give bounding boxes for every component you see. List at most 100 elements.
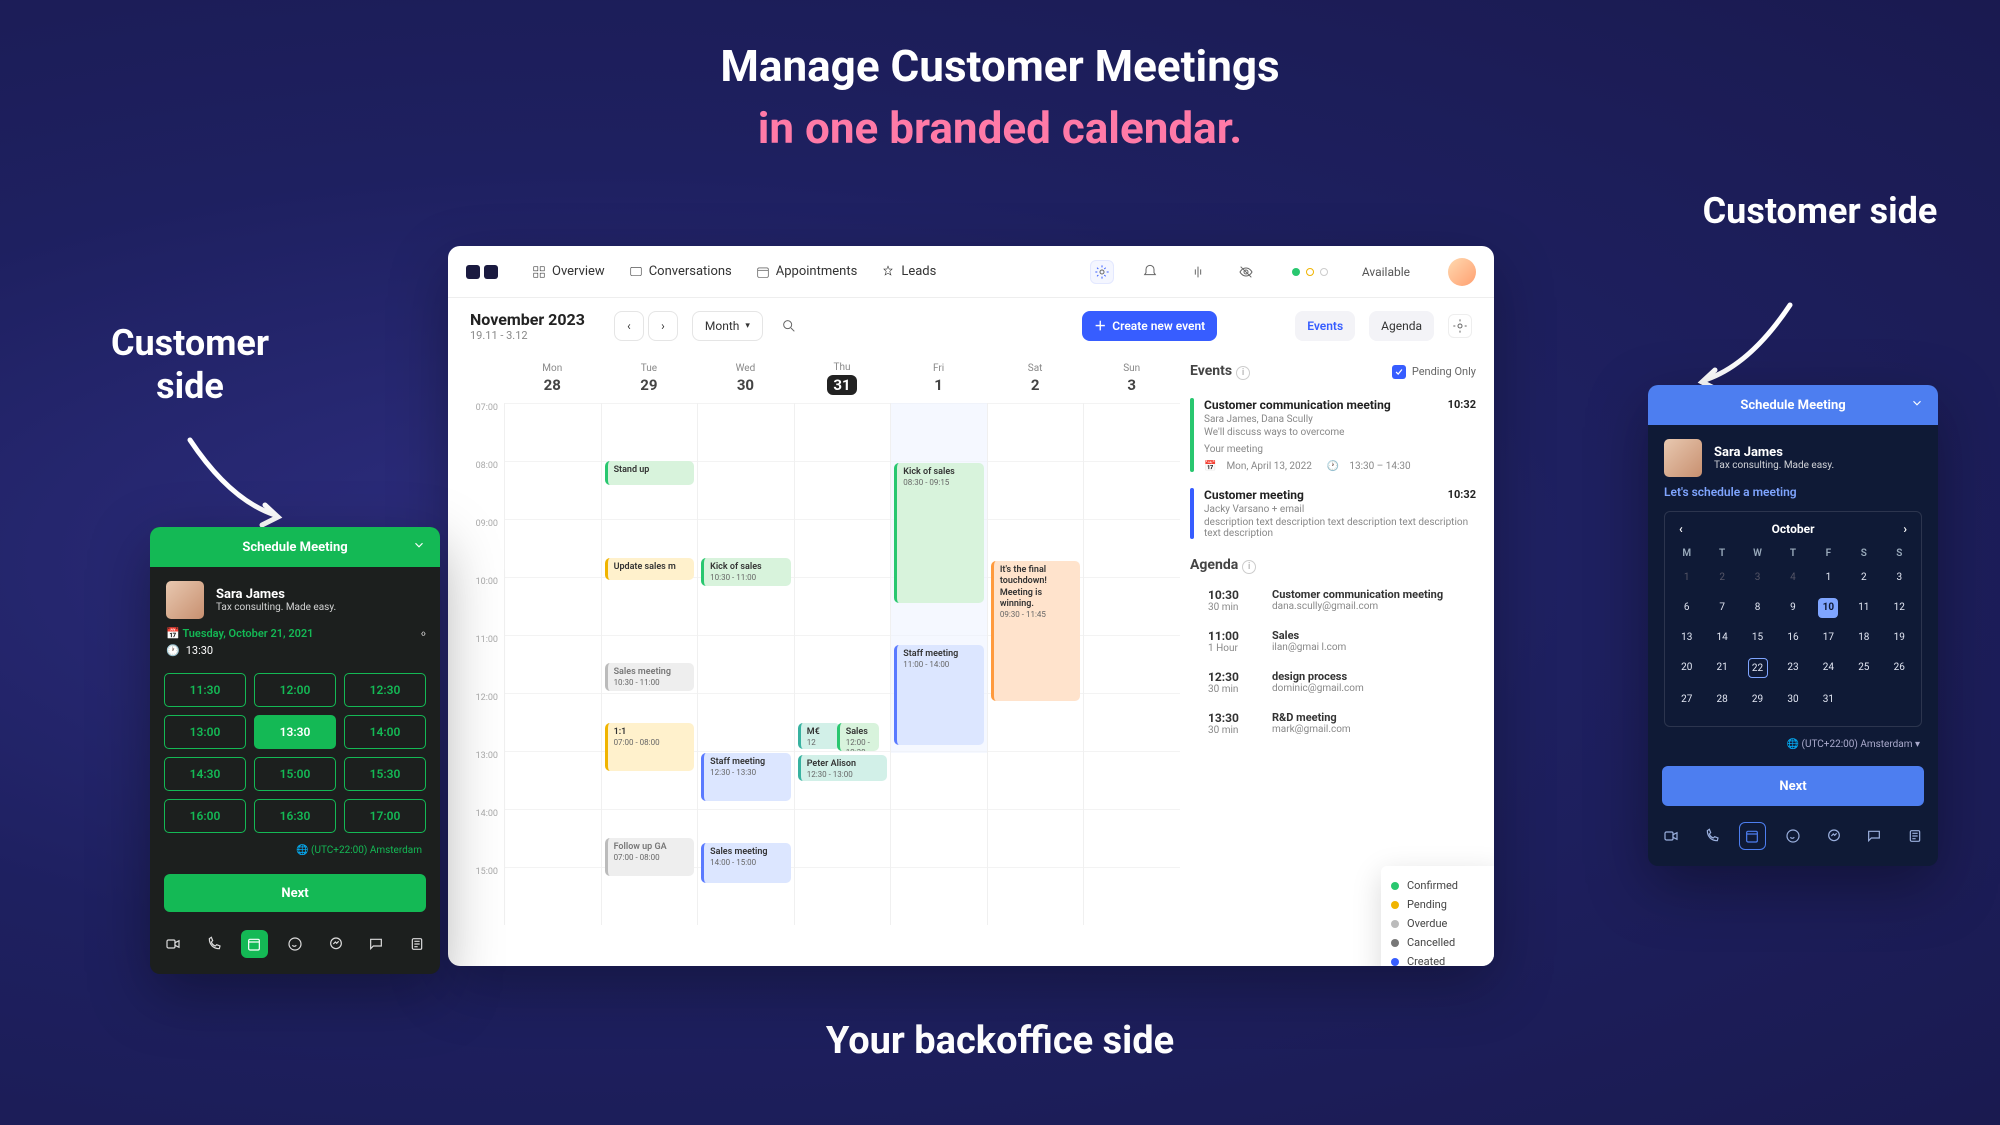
calendar-day[interactable]: 29 — [1740, 683, 1775, 716]
agenda-item[interactable]: 12:3030 mindesign processdominic@gmail.c… — [1190, 662, 1476, 703]
calendar-day[interactable]: 14 — [1704, 623, 1739, 653]
time-slot[interactable]: 11:30 — [164, 673, 246, 707]
time-slot[interactable]: 14:30 — [164, 757, 246, 791]
calendar-day[interactable]: 30 — [1775, 683, 1810, 716]
mute-icon[interactable] — [1186, 260, 1210, 284]
next-button[interactable]: Next — [1662, 766, 1924, 806]
calendar-day[interactable]: 3 — [1882, 563, 1917, 593]
calendar-day[interactable]: 1 — [1811, 563, 1846, 593]
nav-overview[interactable]: Overview — [532, 264, 605, 279]
avatar[interactable] — [1448, 258, 1476, 286]
agenda-item[interactable]: 13:3030 minR&D meetingmark@gmail.com — [1190, 703, 1476, 744]
calendar-event[interactable]: Kick of sales08:30 - 09:15 — [894, 463, 984, 603]
calendar-event[interactable]: It's the final touchdown! Meeting is win… — [991, 561, 1081, 701]
calendar-day[interactable]: 16 — [1775, 623, 1810, 653]
calendar-day[interactable]: 23 — [1775, 653, 1810, 683]
calendar-day[interactable]: 17 — [1811, 623, 1846, 653]
time-slot[interactable]: 15:30 — [344, 757, 426, 791]
status-text[interactable]: Available — [1362, 265, 1410, 279]
eye-off-icon[interactable] — [1234, 260, 1258, 284]
calendar-event[interactable]: Staff meeting12:30 - 13:30 — [701, 753, 791, 801]
calendar-event[interactable]: Stand up — [605, 461, 695, 485]
calendar-column[interactable]: Kick of sales08:30 - 09:15 Staff meeting1… — [890, 403, 987, 925]
time-slot[interactable]: 12:00 — [254, 673, 336, 707]
calendar-day[interactable]: 25 — [1846, 653, 1881, 683]
calendar-day[interactable]: 18 — [1846, 623, 1881, 653]
calendar-column[interactable]: It's the final touchdown! Meeting is win… — [987, 403, 1084, 925]
calendar-day[interactable]: 24 — [1811, 653, 1846, 683]
calendar-event[interactable]: Sales meeting10:30 - 11:00 — [605, 663, 695, 691]
calendar-day[interactable]: 2 — [1846, 563, 1881, 593]
next-month[interactable]: › — [1903, 522, 1907, 536]
calendar-icon[interactable] — [1739, 822, 1766, 850]
timezone[interactable]: 🌐 (UTC+22:00) Amsterdam ▾ — [1648, 733, 1938, 756]
calendar-event[interactable]: Follow up GA07:00 - 08:00 — [605, 838, 695, 876]
whatsapp-icon[interactable] — [1780, 822, 1807, 850]
time-slot[interactable]: 12:30 — [344, 673, 426, 707]
event-item[interactable]: Customer meeting10:32 Jacky Varsano + em… — [1190, 480, 1476, 547]
calendar-day[interactable]: 21 — [1704, 653, 1739, 683]
calendar-event[interactable]: 1:107:00 - 08:00 — [605, 723, 695, 771]
search-icon[interactable] — [777, 314, 801, 338]
calendar-day[interactable]: 15 — [1740, 623, 1775, 653]
calendar-day[interactable]: 3 — [1740, 563, 1775, 593]
calendar-column[interactable] — [504, 403, 601, 925]
calendar-day[interactable]: 9 — [1775, 593, 1810, 623]
create-event-button[interactable]: ＋ Create new event — [1082, 311, 1217, 341]
calendar-day[interactable]: 1 — [1669, 563, 1704, 593]
nav-conversations[interactable]: Conversations — [629, 264, 732, 279]
next-button[interactable]: Next — [164, 874, 426, 912]
calendar-day[interactable]: 28 — [1704, 683, 1739, 716]
tab-events[interactable]: Events — [1295, 311, 1355, 341]
calendar-day[interactable]: 6 — [1669, 593, 1704, 623]
time-slot[interactable]: 16:00 — [164, 799, 246, 833]
calendar-event[interactable]: Staff meeting11:00 - 14:00 — [894, 645, 984, 745]
calendar-day[interactable]: 11 — [1846, 593, 1881, 623]
phone-icon[interactable] — [201, 930, 228, 958]
pending-only-checkbox[interactable]: Pending Only — [1392, 365, 1476, 379]
event-item[interactable]: Customer communication meeting10:32 Sara… — [1190, 390, 1476, 480]
whatsapp-icon[interactable] — [282, 930, 309, 958]
view-selector[interactable]: Month ▾ — [692, 311, 763, 341]
prev-period[interactable]: ‹ — [614, 311, 644, 341]
calendar-day[interactable]: 7 — [1704, 593, 1739, 623]
calendar-day[interactable]: 22 — [1740, 653, 1775, 683]
chat-icon[interactable] — [1861, 822, 1888, 850]
calendar-day[interactable]: 27 — [1669, 683, 1704, 716]
time-slot[interactable]: 13:30 — [254, 715, 336, 749]
tab-agenda[interactable]: Agenda — [1369, 311, 1434, 341]
calendar-column[interactable]: Kick of sales10:30 - 11:00Staff meeting1… — [697, 403, 794, 925]
settings-icon[interactable] — [1090, 260, 1114, 284]
agenda-item[interactable]: 10:3030 minCustomer communication meetin… — [1190, 580, 1476, 621]
bell-icon[interactable] — [1138, 260, 1162, 284]
calendar-day[interactable]: 19 — [1882, 623, 1917, 653]
form-icon[interactable] — [1901, 822, 1928, 850]
calendar-event[interactable]: M€12 — [798, 723, 840, 749]
prev-month[interactable]: ‹ — [1679, 522, 1683, 536]
calendar-day[interactable] — [1846, 683, 1881, 716]
calendar-day[interactable]: 4 — [1775, 563, 1810, 593]
selected-date[interactable]: 📅 Tuesday, October 21, 2021 ‹ › — [150, 627, 440, 640]
messenger-icon[interactable] — [322, 930, 349, 958]
chat-icon[interactable] — [363, 930, 390, 958]
calendar-day[interactable]: 26 — [1882, 653, 1917, 683]
calendar-day[interactable]: 2 — [1704, 563, 1739, 593]
calendar-column[interactable] — [1083, 403, 1180, 925]
panel-settings-icon[interactable] — [1448, 314, 1472, 338]
calendar-day[interactable]: 12 — [1882, 593, 1917, 623]
calendar-day[interactable]: 13 — [1669, 623, 1704, 653]
next-period[interactable]: › — [648, 311, 678, 341]
video-icon[interactable] — [1658, 822, 1685, 850]
phone-icon[interactable] — [1699, 822, 1726, 850]
calendar-event[interactable]: Sales12:00 - 12:30 — [837, 723, 879, 751]
calendar-icon[interactable] — [241, 930, 268, 958]
messenger-icon[interactable] — [1820, 822, 1847, 850]
time-slot[interactable]: 13:00 — [164, 715, 246, 749]
nav-appointments[interactable]: Appointments — [756, 264, 858, 279]
time-slot[interactable]: 14:00 — [344, 715, 426, 749]
calendar-event[interactable]: Sales meeting14:00 - 15:00 — [701, 843, 791, 883]
time-slot[interactable]: 15:00 — [254, 757, 336, 791]
calendar-column[interactable]: Stand upUpdate sales mSales meeting10:30… — [601, 403, 698, 925]
calendar-day[interactable]: 8 — [1740, 593, 1775, 623]
calendar-day[interactable]: 31 — [1811, 683, 1846, 716]
